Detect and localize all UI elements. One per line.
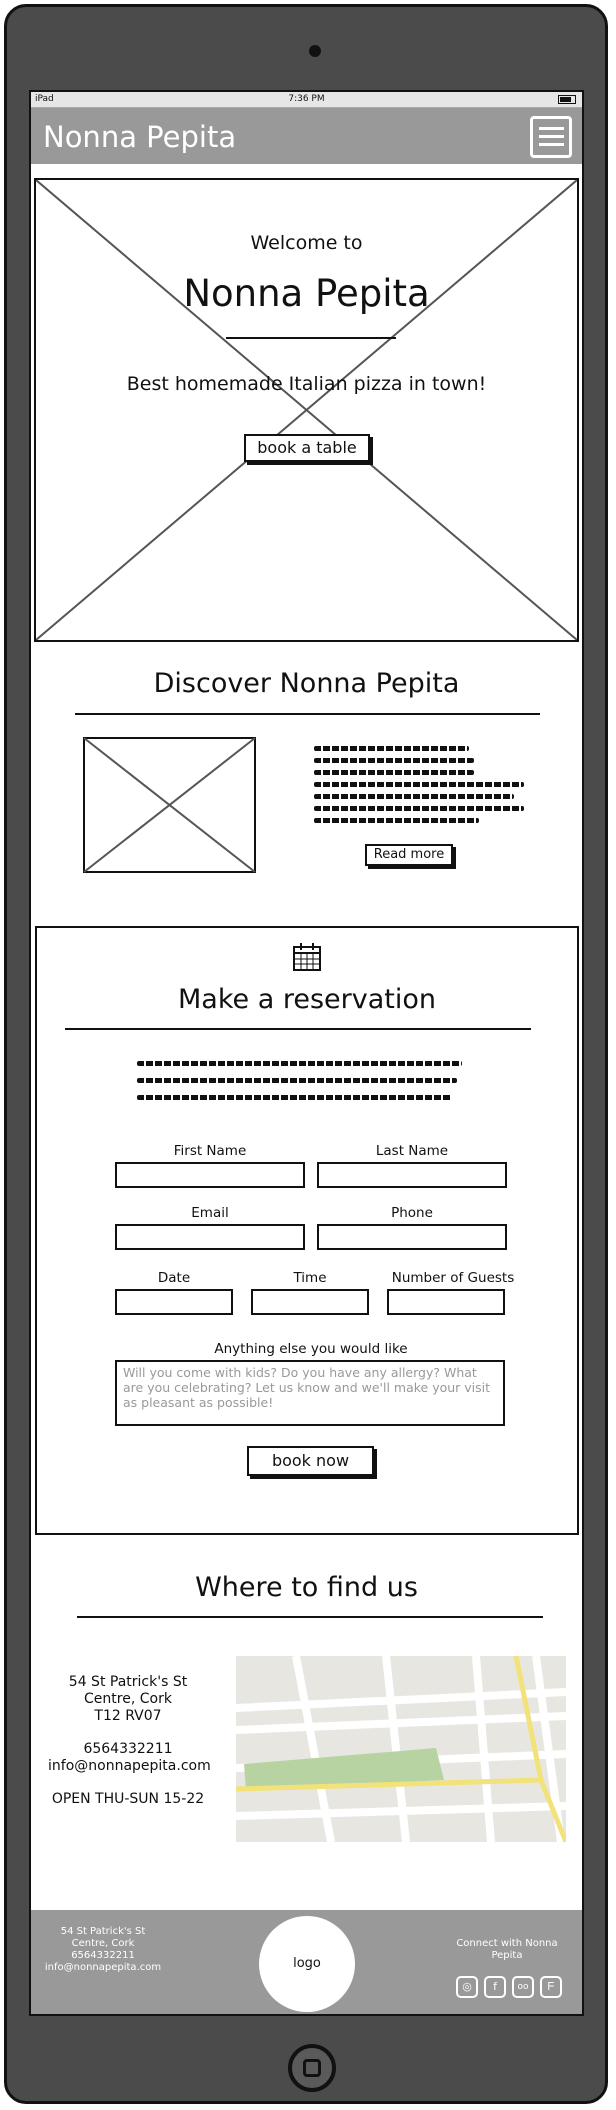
email-field[interactable] [115,1224,305,1250]
home-button[interactable] [288,2044,336,2092]
find-us-title: Where to find us [195,1572,418,1603]
discover-image-placeholder [83,737,256,873]
hero-welcome: Welcome to [250,232,363,254]
guests-field[interactable] [387,1289,505,1315]
screen: iPad 7:36 PM Nonna Pepita Welcome to Non… [29,90,584,2016]
battery-icon [558,95,576,104]
footer-address: 54 St Patrick's St Centre, Cork 65643322… [43,1926,163,1974]
address-line: 54 St Patrick's St [68,1674,188,1690]
brand-title[interactable]: Nonna Pepita [43,120,236,154]
footer-line: 54 St Patrick's St [60,1926,146,1937]
time-field[interactable] [251,1289,369,1315]
find-us-address: 54 St Patrick's St Centre, Cork T12 RV07… [48,1674,211,1808]
hamburger-menu-icon[interactable] [530,116,572,158]
read-more-button[interactable]: Read more [365,844,453,866]
first-name-field[interactable] [115,1162,305,1188]
logo[interactable]: logo [259,1916,355,2012]
book-table-button[interactable]: book a table [244,434,370,462]
footer-connect-text: Connect with Nonna Pepita [456,1938,558,1961]
find-us-divider [77,1616,543,1618]
find-us-email[interactable]: info@nonnapepita.com [48,1758,211,1775]
location-map[interactable] [236,1656,566,1842]
date-field[interactable] [115,1289,233,1315]
book-now-button[interactable]: book now [247,1446,374,1476]
time-label: Time [293,1270,327,1286]
reservation-divider [65,1028,531,1030]
footer-line: 6564332211 [71,1950,135,1961]
footer-line: Centre, Cork [71,1938,135,1949]
opening-hours: OPEN THU-SUN 15-22 [51,1791,205,1807]
navbar: Nonna Pepita [31,108,582,164]
footer-line: info@nonnapepita.com [44,1962,162,1973]
tripadvisor-icon[interactable]: oo [512,1976,534,1998]
hero-image-placeholder: Welcome to Nonna Pepita Best homemade It… [34,178,579,642]
last-name-label: Last Name [375,1143,449,1159]
calendar-icon [293,943,321,971]
status-time: 7:36 PM [288,94,325,104]
date-label: Date [157,1270,191,1286]
hero-divider [226,337,396,339]
discover-divider [75,713,540,715]
facebook-icon[interactable]: f [484,1976,506,1998]
email-label: Email [191,1205,229,1221]
anything-textarea[interactable]: Will you come with kids? Do you have any… [115,1360,505,1426]
address-line: T12 RV07 [94,1708,162,1724]
instagram-icon[interactable]: ◎ [456,1976,478,1998]
hero-tagline: Best homemade Italian pizza in town! [126,373,487,395]
guests-label: Number of Guests [391,1270,515,1286]
reservation-title: Make a reservation [178,984,436,1015]
hero-title: Nonna Pepita [183,272,430,315]
footer: 54 St Patrick's St Centre, Cork 65643322… [31,1910,582,2014]
phone-label: Phone [391,1205,433,1221]
camera-dot [309,45,321,57]
last-name-field[interactable] [317,1162,507,1188]
status-bar: iPad 7:36 PM [31,92,582,108]
discover-title: Discover Nonna Pepita [153,668,460,699]
reservation-section: Make a reservation First Name Last Name … [35,926,579,1535]
first-name-label: First Name [173,1143,247,1159]
foursquare-icon[interactable]: ᖴ [540,1976,562,1998]
anything-label: Anything else you would like [214,1341,408,1357]
address-line: Centre, Cork [84,1691,172,1707]
find-us-phone[interactable]: 6564332211 [48,1741,208,1758]
phone-field[interactable] [317,1224,507,1250]
